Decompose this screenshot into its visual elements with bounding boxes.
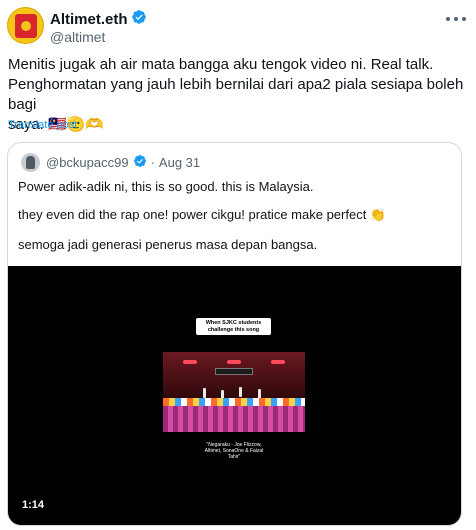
video-lyrics-caption: "Negaraku - Joe Flizzow, Altimet, SonaOn…: [204, 442, 264, 460]
quote-header: @bckupacc99 · Aug 31: [46, 154, 200, 172]
avatar[interactable]: [7, 7, 44, 44]
quote-handle[interactable]: @bckupacc99: [46, 155, 129, 171]
quote-text-line-2: they even did the rap one! power cikgu! …: [18, 207, 387, 222]
verified-badge-icon: [133, 154, 147, 172]
tweet-text: Menitis jugak ah air mata bangga aku ten…: [8, 56, 464, 133]
quoted-tweet[interactable]: @bckupacc99 · Aug 31 Power adik-adik ni,…: [7, 142, 462, 526]
video-frame: [163, 352, 305, 432]
quote-date[interactable]: Aug 31: [159, 155, 200, 171]
verified-badge-icon: [131, 9, 147, 30]
author-handle[interactable]: @altimet: [50, 29, 105, 46]
video-player[interactable]: When SJKC students challenge this song "…: [8, 266, 461, 525]
quote-text-line-3: semoga jadi generasi penerus masa depan …: [18, 237, 318, 252]
quote-separator: ·: [150, 155, 155, 170]
translate-post-link[interactable]: Translate post: [8, 119, 77, 132]
author-name-row: Altimet.eth: [50, 9, 147, 30]
quote-text-line-1: Power adik-adik ni, this is so good. thi…: [18, 179, 314, 194]
quote-avatar[interactable]: [21, 153, 40, 172]
video-caption: When SJKC students challenge this song: [196, 318, 271, 335]
video-duration: 1:14: [22, 499, 45, 511]
display-name[interactable]: Altimet.eth: [50, 11, 128, 29]
more-options-icon[interactable]: [446, 11, 466, 27]
